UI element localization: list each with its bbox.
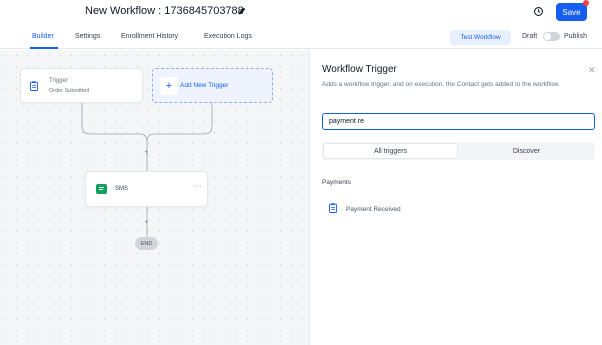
tab-settings[interactable]: Settings — [75, 33, 100, 40]
trigger-search-input[interactable] — [322, 113, 595, 130]
tab-discover[interactable]: Discover — [459, 143, 594, 159]
tab-builder[interactable]: Builder — [32, 33, 54, 40]
trigger-filter-segmented-control: All triggers Discover — [322, 142, 595, 160]
tab-enrollment-history[interactable]: Enrollment History — [121, 33, 178, 40]
list-item-payment-received[interactable]: Payment Received — [322, 198, 522, 218]
close-icon[interactable]: ✕ — [588, 65, 596, 76]
trigger-title: Trigger — [49, 78, 68, 84]
plus-icon: + — [160, 77, 178, 95]
svg-text:+: + — [145, 220, 149, 226]
end-node: END — [135, 237, 158, 250]
test-workflow-button[interactable]: Test Workflow — [450, 30, 511, 45]
result-label: Payment Received — [346, 206, 401, 213]
more-options-icon[interactable]: ··· — [194, 183, 203, 190]
save-button[interactable]: Save — [556, 3, 587, 21]
publish-toggle[interactable] — [543, 32, 560, 41]
clipboard-icon — [30, 81, 38, 91]
publish-label: Publish — [564, 33, 587, 40]
pencil-icon[interactable] — [237, 6, 247, 16]
trigger-card[interactable]: Trigger Order Submitted — [20, 68, 143, 103]
workflow-trigger-panel: Workflow Trigger ✕ Adds a workflow trigg… — [309, 50, 602, 345]
active-tab-indicator — [30, 47, 58, 49]
draft-label: Draft — [522, 33, 538, 40]
tab-all-triggers[interactable]: All triggers — [323, 143, 458, 159]
workflow-title[interactable]: New Workflow : 1736845703788 — [85, 5, 244, 17]
panel-title: Workflow Trigger — [322, 64, 397, 75]
sms-action-card[interactable]: SMS ··· — [85, 171, 208, 207]
svg-text:+: + — [145, 150, 149, 156]
tab-bar: Builder Settings Enrollment History Exec… — [0, 27, 602, 49]
clipboard-icon — [329, 203, 337, 213]
unsaved-indicator-dot — [583, 0, 589, 6]
top-bar: New Workflow : 1736845703788 Save — [0, 0, 602, 27]
section-label-payments: Payments — [322, 179, 351, 186]
sms-label: SMS — [115, 186, 129, 192]
tab-execution-logs[interactable]: Execution Logs — [204, 33, 252, 40]
add-trigger-label: Add New Trigger — [180, 82, 229, 89]
add-new-trigger-button[interactable]: + Add New Trigger — [152, 68, 273, 103]
workflow-canvas[interactable]: + + Trigger Order Submitted + Add New Tr… — [0, 50, 309, 345]
trigger-subtitle: Order Submitted — [49, 88, 90, 94]
panel-description: Adds a workflow trigger, and on executio… — [322, 81, 560, 88]
sms-icon — [96, 184, 107, 194]
history-icon[interactable] — [533, 6, 544, 17]
toggle-knob — [544, 33, 551, 40]
